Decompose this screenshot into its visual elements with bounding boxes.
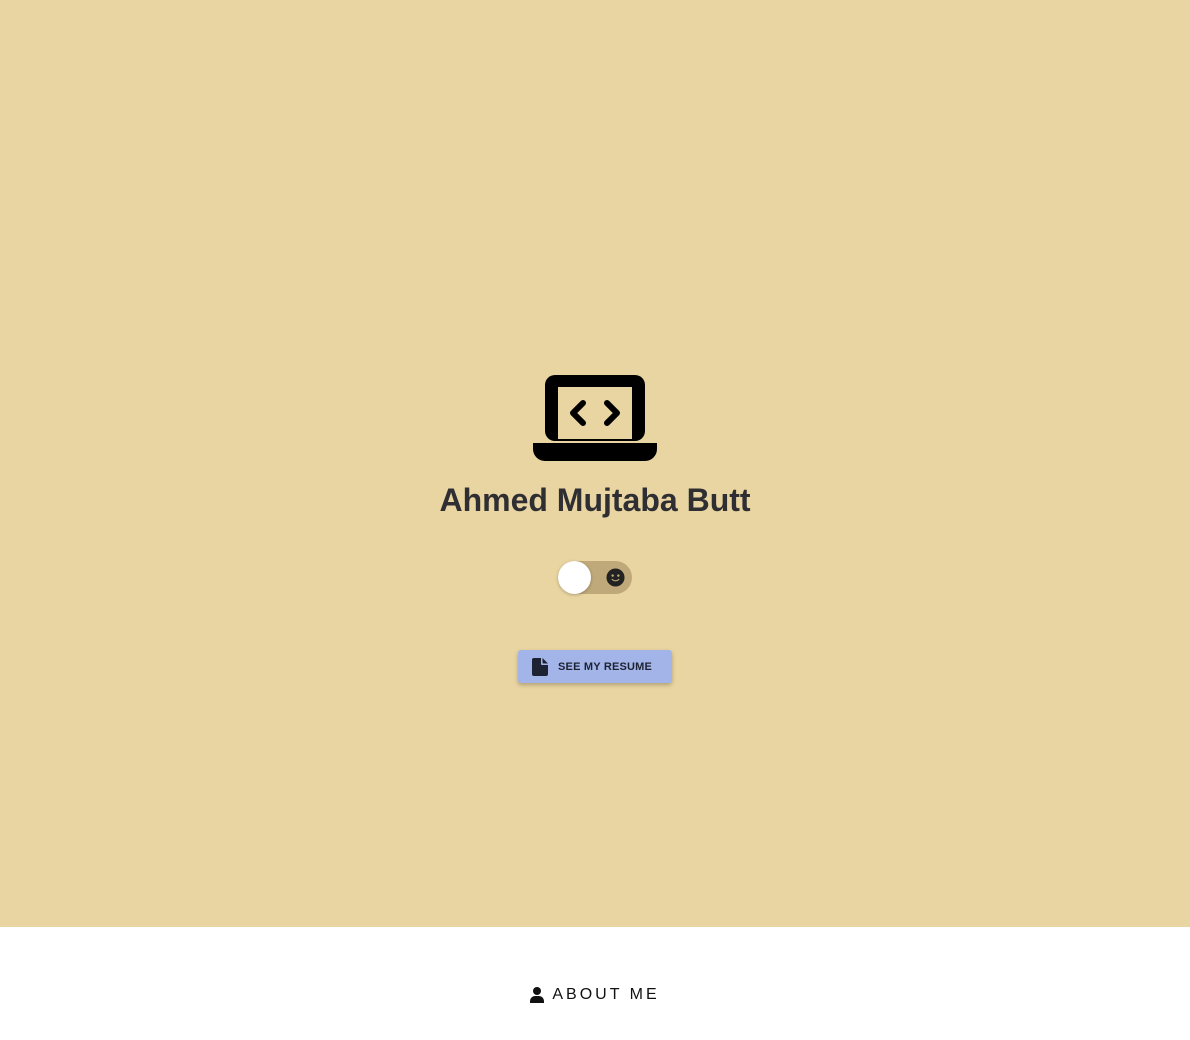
document-icon	[532, 657, 548, 676]
laptop-code-icon	[533, 375, 657, 461]
moon-face-icon	[606, 568, 625, 587]
toggle-knob	[558, 561, 591, 594]
hero-section: Ahmed Mujtaba Butt SEE MY RESUME	[0, 0, 1190, 927]
about-heading: ABOUT ME	[0, 986, 1190, 1004]
about-section: ABOUT ME	[0, 927, 1190, 1040]
theme-toggle[interactable]	[558, 561, 632, 594]
see-resume-button[interactable]: SEE MY RESUME	[518, 650, 672, 683]
see-resume-label: SEE MY RESUME	[558, 660, 653, 673]
about-heading-label: ABOUT ME	[552, 986, 660, 1003]
user-icon	[530, 987, 545, 1003]
page-title: Ahmed Mujtaba Butt	[439, 482, 751, 518]
